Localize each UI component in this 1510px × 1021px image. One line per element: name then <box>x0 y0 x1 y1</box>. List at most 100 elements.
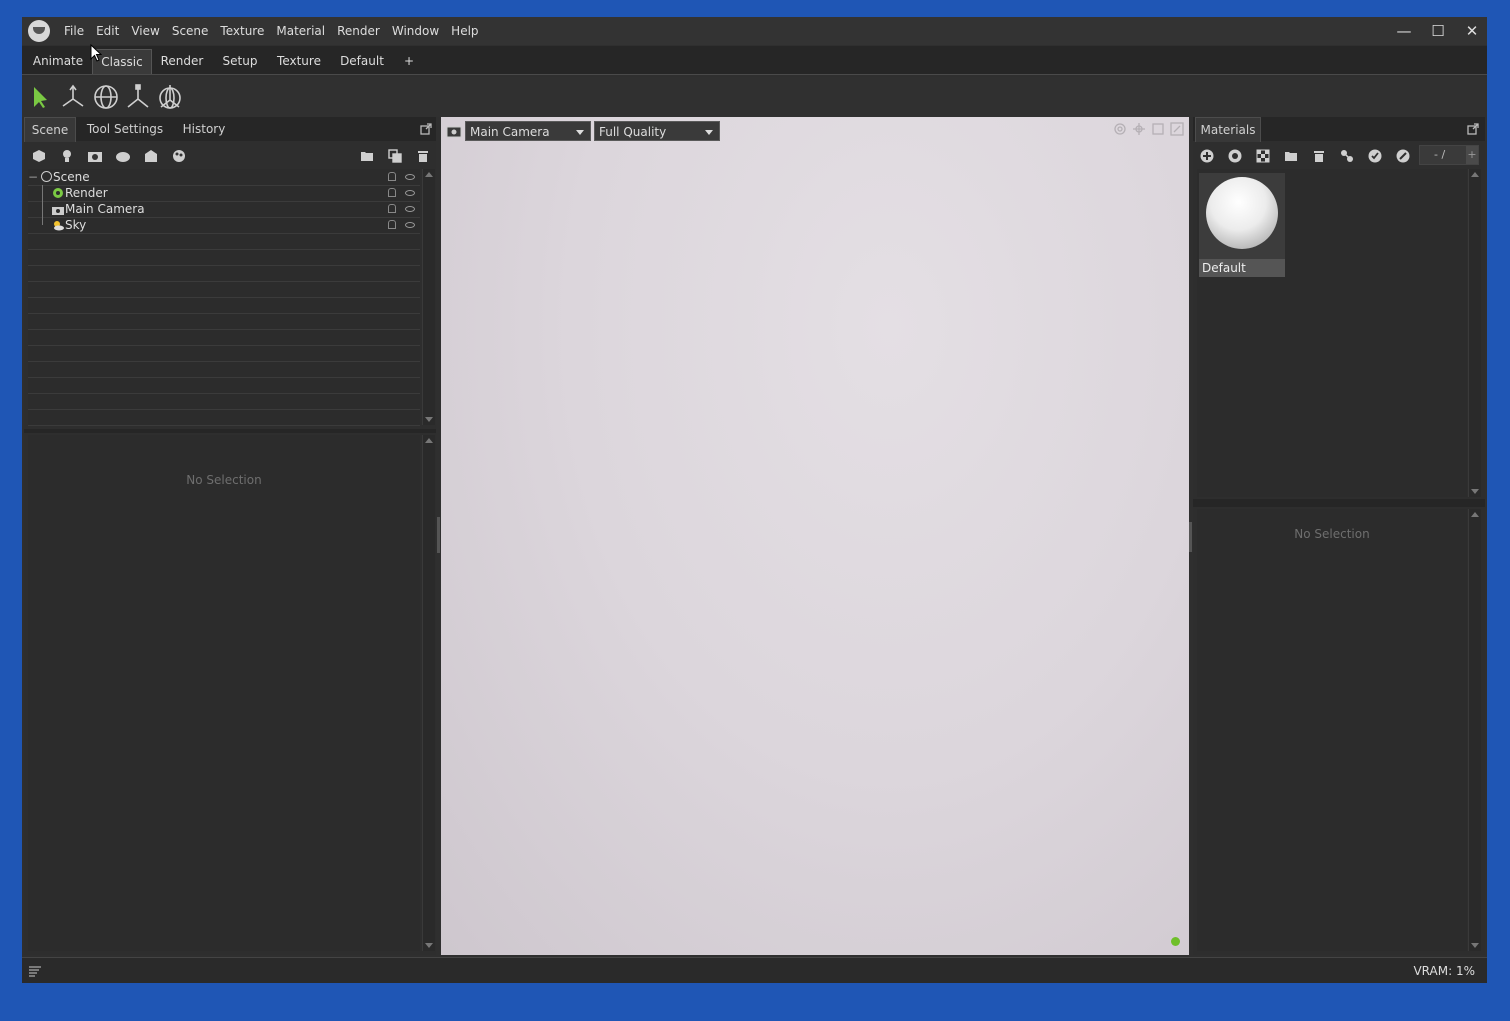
close-button[interactable]: ✕ <box>1455 17 1487 45</box>
delete-icon[interactable] <box>414 147 432 165</box>
add-camera-icon[interactable] <box>86 147 104 165</box>
menu-file[interactable]: File <box>58 17 90 45</box>
universal-tool-icon[interactable] <box>156 83 184 111</box>
tab-setup[interactable]: Setup <box>214 49 266 73</box>
tree-row-render[interactable]: Render <box>28 185 420 202</box>
tree-empty-row <box>28 249 420 266</box>
material-properties-scrollbar[interactable] <box>1468 509 1481 951</box>
menu-window[interactable]: Window <box>386 17 445 45</box>
tab-materials[interactable]: Materials <box>1195 117 1261 142</box>
add-environment-icon[interactable] <box>114 147 132 165</box>
folder-icon[interactable] <box>1282 147 1300 165</box>
viewport-frame-icon[interactable] <box>1149 120 1167 138</box>
left-panel-tabs: Scene Tool Settings History <box>24 117 436 142</box>
material-properties-panel: No Selection <box>1197 509 1467 951</box>
render-viewport[interactable] <box>441 117 1189 955</box>
menu-edit[interactable]: Edit <box>90 17 125 45</box>
menu-material[interactable]: Material <box>270 17 331 45</box>
popout-icon[interactable] <box>1464 120 1482 138</box>
material-pager[interactable]: - / + <box>1419 145 1479 165</box>
log-list-icon[interactable] <box>26 962 44 980</box>
panel-splitter[interactable] <box>24 429 436 433</box>
tree-row-sky[interactable]: Sky <box>28 217 420 234</box>
node-link-icon[interactable] <box>1338 147 1356 165</box>
maximize-button[interactable]: ☐ <box>1421 17 1455 45</box>
viewport-pan-icon[interactable] <box>1130 120 1148 138</box>
visibility-eye-icon[interactable] <box>405 222 415 228</box>
right-panel-tabs: Materials <box>1193 117 1485 142</box>
lock-icon[interactable] <box>388 188 396 197</box>
visibility-eye-icon[interactable] <box>405 206 415 212</box>
popout-icon[interactable] <box>417 120 435 138</box>
add-object-icon[interactable] <box>30 147 48 165</box>
folder-icon[interactable] <box>358 147 376 165</box>
minimize-button[interactable]: — <box>1387 17 1421 45</box>
viewport-splitter-left[interactable] <box>437 517 440 553</box>
duplicate-icon[interactable] <box>386 147 404 165</box>
tab-history[interactable]: History <box>174 117 234 141</box>
tab-default[interactable]: Default <box>332 49 392 73</box>
tree-row-scene[interactable]: − Scene <box>28 169 420 186</box>
vram-indicator: VRAM: 1% <box>1413 964 1475 978</box>
properties-scrollbar[interactable] <box>422 435 435 951</box>
sun-cloud-icon <box>52 219 64 234</box>
delete-icon[interactable] <box>1310 147 1328 165</box>
tree-empty-row <box>28 265 420 282</box>
tab-animate[interactable]: Animate <box>28 49 88 73</box>
app-window: File Edit View Scene Texture Material Re… <box>22 17 1487 983</box>
scene-tree-scrollbar[interactable] <box>422 169 435 425</box>
pick-material-icon[interactable] <box>1394 147 1412 165</box>
scale-tool-icon[interactable] <box>124 83 152 111</box>
tree-empty-row <box>28 233 420 250</box>
lock-icon[interactable] <box>388 220 396 229</box>
render-status-indicator <box>1171 937 1180 946</box>
tab-render[interactable]: Render <box>154 49 210 73</box>
add-material-icon[interactable] <box>1198 147 1216 165</box>
texture-checker-icon[interactable] <box>1254 147 1272 165</box>
status-bar: VRAM: 1% <box>22 957 1487 983</box>
tab-scene[interactable]: Scene <box>24 117 76 142</box>
camera-select[interactable]: Main Camera <box>465 121 591 141</box>
translate-tool-icon[interactable] <box>59 83 87 111</box>
chevron-down-icon <box>705 130 713 135</box>
tree-label: Render <box>65 186 108 200</box>
panel-splitter[interactable] <box>1193 499 1485 507</box>
duplicate-material-icon[interactable] <box>1226 147 1244 165</box>
tab-tool-settings[interactable]: Tool Settings <box>80 117 170 141</box>
viewport-settings-icon[interactable] <box>1111 120 1129 138</box>
apply-material-icon[interactable] <box>1366 147 1384 165</box>
menu-render[interactable]: Render <box>331 17 386 45</box>
material-preview-sphere <box>1206 177 1278 249</box>
add-light-icon[interactable] <box>58 147 76 165</box>
left-panel: Scene Tool Settings History − Scene Rend… <box>24 117 436 955</box>
pager-next-icon[interactable]: + <box>1466 146 1478 164</box>
menu-view[interactable]: View <box>125 17 165 45</box>
viewport-splitter-right[interactable] <box>1189 522 1192 552</box>
add-material-icon[interactable] <box>170 147 188 165</box>
quality-select[interactable]: Full Quality <box>594 121 720 141</box>
material-name: Default <box>1199 259 1285 277</box>
materials-scrollbar[interactable] <box>1468 169 1481 497</box>
lock-icon[interactable] <box>388 172 396 181</box>
add-layout-button[interactable]: + <box>396 49 422 73</box>
select-tool-icon[interactable] <box>26 83 54 111</box>
rotate-tool-icon[interactable] <box>92 83 120 111</box>
visibility-eye-icon[interactable] <box>405 190 415 196</box>
tree-row-main-camera[interactable]: Main Camera <box>28 201 420 218</box>
tree-empty-row <box>28 377 420 394</box>
menu-help[interactable]: Help <box>445 17 484 45</box>
material-thumb-default[interactable]: Default <box>1199 173 1285 277</box>
camera-snapshot-icon[interactable] <box>445 122 463 140</box>
menu-bar: File Edit View Scene Texture Material Re… <box>58 17 485 45</box>
scene-tree: − Scene Render Main Camera Sky <box>28 169 420 426</box>
viewport-expand-icon[interactable] <box>1168 120 1186 138</box>
lock-icon[interactable] <box>388 204 396 213</box>
tab-texture[interactable]: Texture <box>270 49 328 73</box>
properties-panel: No Selection <box>28 435 420 951</box>
menu-texture[interactable]: Texture <box>214 17 270 45</box>
no-selection-label: No Selection <box>186 473 262 487</box>
tool-row <box>22 77 1487 117</box>
menu-scene[interactable]: Scene <box>166 17 215 45</box>
add-group-icon[interactable] <box>142 147 160 165</box>
visibility-eye-icon[interactable] <box>405 174 415 180</box>
